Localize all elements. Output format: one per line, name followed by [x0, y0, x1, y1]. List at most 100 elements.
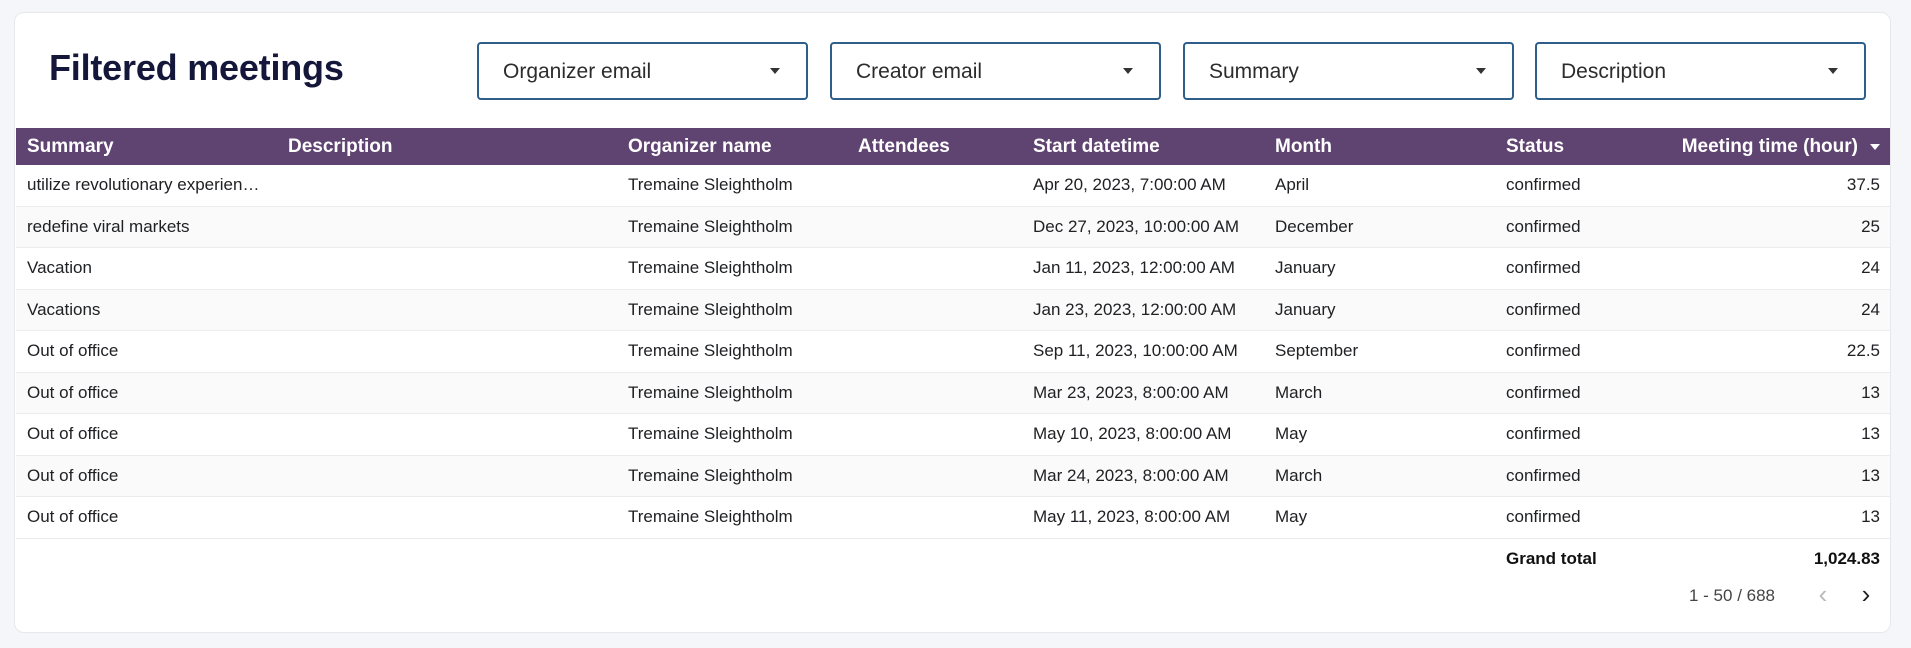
table-row: Out of office Tremaine Sleightholm May 1…	[16, 497, 1890, 539]
cell-organizer: Tremaine Sleightholm	[628, 382, 793, 402]
cell-attendees	[858, 414, 1018, 455]
cell-start: Jan 23, 2023, 12:00:00 AM	[1033, 299, 1237, 319]
cell-organizer: Tremaine Sleightholm	[628, 299, 793, 319]
header-organizer-name[interactable]: Organizer name	[628, 128, 848, 165]
cell-summary: Out of office	[27, 465, 119, 485]
cell-status: confirmed	[1506, 258, 1581, 278]
cell-start: Mar 24, 2023, 8:00:00 AM	[1033, 465, 1229, 485]
cell-status: confirmed	[1506, 424, 1581, 444]
cell-organizer: Tremaine Sleightholm	[628, 175, 793, 195]
filter-label: Summary	[1209, 60, 1299, 83]
cell-attendees	[858, 373, 1018, 414]
cell-meeting-time: 13	[1861, 507, 1880, 527]
cell-meeting-time: 13	[1861, 382, 1880, 402]
cell-start: Apr 20, 2023, 7:00:00 AM	[1033, 175, 1226, 195]
cell-status: confirmed	[1506, 341, 1581, 361]
header-month[interactable]: Month	[1275, 128, 1495, 165]
cell-meeting-time: 13	[1861, 424, 1880, 444]
cell-description	[288, 165, 618, 206]
grand-total-value: 1,024.83	[1813, 548, 1880, 568]
cell-month: March	[1275, 465, 1323, 485]
cell-summary: Vacations	[27, 299, 101, 319]
grand-total-label: Grand total	[1506, 548, 1597, 568]
header-meeting-time-label: Meeting time (hour)	[1681, 135, 1858, 157]
cell-status: confirmed	[1506, 465, 1581, 485]
header-meeting-time[interactable]: Meeting time (hour)	[1676, 128, 1880, 165]
cell-summary: Out of office	[27, 507, 119, 527]
filter-summary[interactable]: Summary	[1183, 42, 1514, 100]
cell-start: Jan 11, 2023, 12:00:00 AM	[1033, 258, 1235, 278]
cell-description	[288, 373, 618, 414]
table-row: Vacation Tremaine Sleightholm Jan 11, 20…	[16, 248, 1890, 290]
cell-meeting-time: 25	[1861, 216, 1880, 236]
cell-summary: Vacation	[27, 258, 92, 278]
cell-organizer: Tremaine Sleightholm	[628, 507, 793, 527]
cell-status: confirmed	[1506, 175, 1581, 195]
cell-start: Sep 11, 2023, 10:00:00 AM	[1033, 341, 1238, 361]
cell-attendees	[858, 248, 1018, 289]
caret-down-icon	[1476, 68, 1486, 74]
cell-attendees	[858, 165, 1018, 206]
cell-meeting-time: 24	[1861, 299, 1880, 319]
cell-description	[288, 248, 618, 289]
cell-month: March	[1275, 382, 1323, 402]
filter-organizer-email[interactable]: Organizer email	[477, 42, 808, 100]
chevron-left-icon[interactable]: ‹	[1808, 580, 1838, 610]
caret-down-icon	[1123, 68, 1133, 74]
cell-month: December	[1275, 216, 1354, 236]
sort-descending-icon	[1870, 143, 1880, 150]
cell-status: confirmed	[1506, 507, 1581, 527]
pagination-range: 1 - 50 / 688	[1689, 586, 1776, 605]
report-card: Filtered meetings Organizer email Creato…	[14, 12, 1891, 633]
header-status[interactable]: Status	[1506, 128, 1666, 165]
header-description[interactable]: Description	[288, 128, 618, 165]
cell-start: Dec 27, 2023, 10:00:00 AM	[1033, 216, 1240, 236]
cell-summary: Out of office	[27, 382, 119, 402]
table-row: Vacations Tremaine Sleightholm Jan 23, 2…	[16, 289, 1890, 331]
cell-attendees	[858, 207, 1018, 248]
cell-month: May	[1275, 507, 1308, 527]
meetings-table: Summary Description Organizer name Atten…	[16, 128, 1890, 579]
cell-status: confirmed	[1506, 299, 1581, 319]
caret-down-icon	[770, 68, 780, 74]
cell-attendees	[858, 497, 1018, 538]
cell-attendees	[858, 290, 1018, 331]
cell-description	[288, 207, 618, 248]
chevron-right-icon[interactable]: ›	[1851, 580, 1881, 610]
cell-start: May 11, 2023, 8:00:00 AM	[1033, 507, 1231, 527]
header-attendees[interactable]: Attendees	[858, 128, 1018, 165]
filter-label: Organizer email	[503, 60, 652, 83]
header-start-datetime[interactable]: Start datetime	[1033, 128, 1263, 165]
header-summary[interactable]: Summary	[27, 128, 267, 165]
cell-organizer: Tremaine Sleightholm	[628, 341, 793, 361]
cell-organizer: Tremaine Sleightholm	[628, 465, 793, 485]
table-row: redefine viral markets Tremaine Sleighth…	[16, 206, 1890, 248]
pagination: 1 - 50 / 688 ‹ ›	[15, 578, 1890, 614]
cell-month: January	[1275, 299, 1336, 319]
cell-status: confirmed	[1506, 382, 1581, 402]
cell-meeting-time: 24	[1861, 258, 1880, 278]
cell-month: April	[1275, 175, 1310, 195]
filter-creator-email[interactable]: Creator email	[830, 42, 1161, 100]
cell-meeting-time: 13	[1861, 465, 1880, 485]
cell-month: January	[1275, 258, 1336, 278]
cell-summary: Out of office	[27, 341, 119, 361]
page-title: Filtered meetings	[49, 47, 344, 88]
cell-description	[288, 331, 618, 372]
cell-meeting-time: 22.5	[1846, 341, 1880, 361]
cell-start: Mar 23, 2023, 8:00:00 AM	[1033, 382, 1229, 402]
cell-month: September	[1275, 341, 1359, 361]
cell-summary: Out of office	[27, 424, 119, 444]
table-row: Out of office Tremaine Sleightholm Mar 2…	[16, 455, 1890, 497]
table-row: Out of office Tremaine Sleightholm Sep 1…	[16, 331, 1890, 373]
table-row: Out of office Tremaine Sleightholm Mar 2…	[16, 372, 1890, 414]
cell-organizer: Tremaine Sleightholm	[628, 216, 793, 236]
cell-attendees	[858, 331, 1018, 372]
cell-description	[288, 456, 618, 497]
cell-description	[288, 497, 618, 538]
grand-total-row: Grand total 1,024.83	[16, 539, 1890, 579]
cell-start: May 10, 2023, 8:00:00 AM	[1033, 424, 1232, 444]
filter-description[interactable]: Description	[1535, 42, 1866, 100]
table-header: Summary Description Organizer name Atten…	[16, 128, 1890, 165]
cell-status: confirmed	[1506, 216, 1581, 236]
